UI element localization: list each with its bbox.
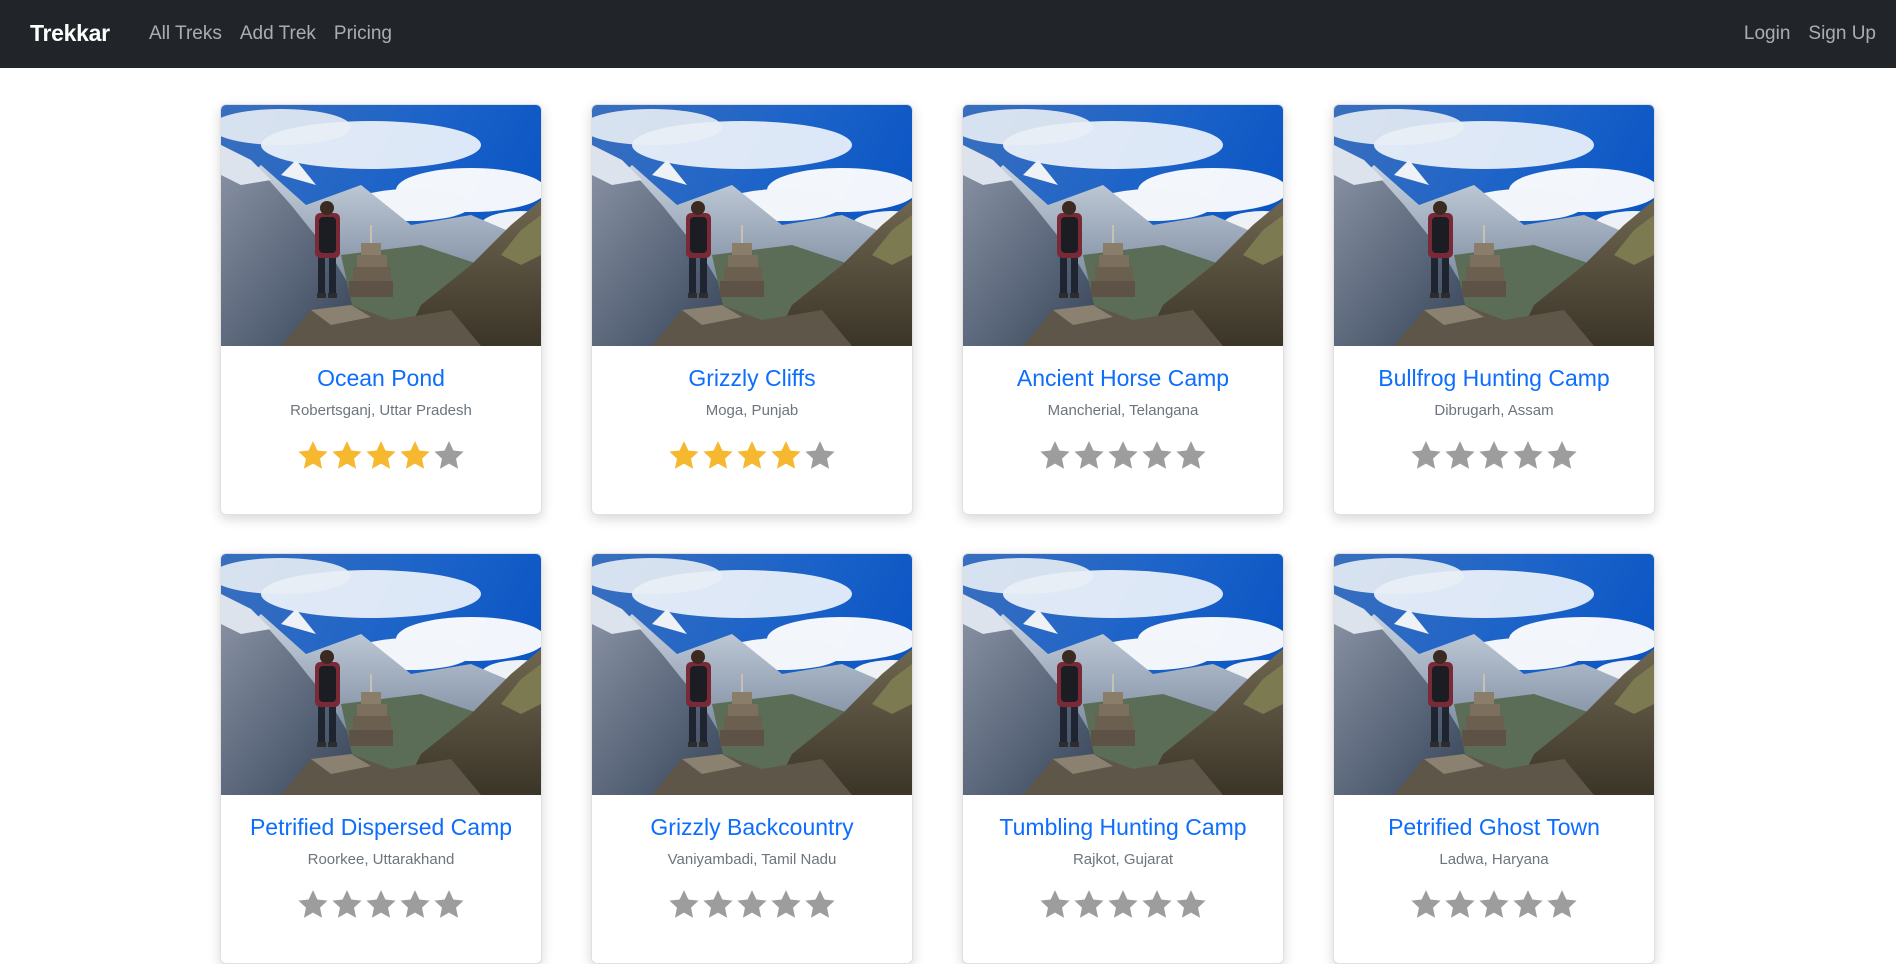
star-empty-icon	[805, 890, 835, 918]
star-empty-icon	[1040, 441, 1070, 469]
trek-card[interactable]: Grizzly Backcountry Vaniyambadi, Tamil N…	[591, 553, 913, 964]
trek-title[interactable]: Tumbling Hunting Camp	[963, 813, 1283, 841]
star-rating	[592, 439, 912, 473]
trek-grid: Ocean Pond Robertsganj, Uttar Pradesh Gr…	[220, 104, 1657, 964]
star-empty-icon	[1479, 890, 1509, 918]
star-rating	[1334, 439, 1654, 473]
trek-location: Mancherial, Telangana	[1047, 402, 1199, 419]
trek-location: Vaniyambadi, Tamil Nadu	[667, 851, 837, 868]
card-body: Grizzly Cliffs Moga, Punjab	[592, 364, 912, 473]
star-empty-icon	[669, 890, 699, 918]
login-link[interactable]: Login	[1735, 23, 1800, 45]
star-rating	[963, 888, 1283, 922]
star-empty-icon	[1176, 890, 1206, 918]
trek-title[interactable]: Ancient Horse Camp	[963, 364, 1283, 392]
star-empty-icon	[332, 890, 362, 918]
star-empty-icon	[1411, 890, 1441, 918]
trek-location: Dibrugarh, Assam	[1434, 402, 1554, 419]
trek-title[interactable]: Grizzly Backcountry	[592, 813, 912, 841]
star-rating	[221, 439, 541, 473]
star-empty-icon	[400, 890, 430, 918]
trek-photo	[963, 105, 1283, 346]
star-filled-icon	[332, 441, 362, 469]
trek-photo	[1334, 554, 1654, 795]
star-empty-icon	[1040, 890, 1070, 918]
auth-links: Login Sign Up	[1735, 0, 1876, 68]
card-body: Tumbling Hunting Camp Rajkot, Gujarat	[963, 813, 1283, 922]
trek-card[interactable]: Petrified Dispersed Camp Roorkee, Uttara…	[220, 553, 542, 964]
star-empty-icon	[1108, 441, 1138, 469]
star-empty-icon	[1142, 441, 1172, 469]
star-empty-icon	[434, 441, 464, 469]
trek-card[interactable]: Tumbling Hunting Camp Rajkot, Gujarat	[962, 553, 1284, 964]
nav-link-all-treks[interactable]: All Treks	[149, 23, 231, 45]
nav-links: All Treks Add Trek Pricing	[149, 0, 401, 68]
trek-card[interactable]: Petrified Ghost Town Ladwa, Haryana	[1333, 553, 1655, 964]
star-empty-icon	[1176, 441, 1206, 469]
trek-title[interactable]: Ocean Pond	[221, 364, 541, 392]
star-empty-icon	[1513, 890, 1543, 918]
trek-card[interactable]: Bullfrog Hunting Camp Dibrugarh, Assam	[1333, 104, 1655, 515]
brand-logo[interactable]: Trekkar	[30, 0, 110, 68]
star-empty-icon	[703, 890, 733, 918]
trek-location: Ladwa, Haryana	[1439, 851, 1549, 868]
star-empty-icon	[805, 441, 835, 469]
nav-link-pricing[interactable]: Pricing	[325, 23, 401, 45]
trek-photo	[592, 554, 912, 795]
star-empty-icon	[1479, 441, 1509, 469]
signup-link[interactable]: Sign Up	[1799, 23, 1876, 45]
star-filled-icon	[400, 441, 430, 469]
star-empty-icon	[771, 890, 801, 918]
nav-link-add-trek[interactable]: Add Trek	[231, 23, 325, 45]
star-filled-icon	[298, 441, 328, 469]
card-body: Bullfrog Hunting Camp Dibrugarh, Assam	[1334, 364, 1654, 473]
star-empty-icon	[1074, 441, 1104, 469]
trek-photo	[221, 554, 541, 795]
trek-location: Moga, Punjab	[705, 402, 799, 419]
trek-photo	[592, 105, 912, 346]
star-empty-icon	[1445, 441, 1475, 469]
star-empty-icon	[1142, 890, 1172, 918]
star-empty-icon	[1411, 441, 1441, 469]
trek-photo	[963, 554, 1283, 795]
star-empty-icon	[1547, 441, 1577, 469]
trek-photo	[1334, 105, 1654, 346]
star-rating	[963, 439, 1283, 473]
trek-title[interactable]: Petrified Dispersed Camp	[221, 813, 541, 841]
trek-card[interactable]: Ancient Horse Camp Mancherial, Telangana	[962, 104, 1284, 515]
trek-location: Roorkee, Uttarakhand	[307, 851, 455, 868]
navbar: Trekkar All Treks Add Trek Pricing Login…	[0, 0, 1896, 68]
star-filled-icon	[703, 441, 733, 469]
trek-card[interactable]: Ocean Pond Robertsganj, Uttar Pradesh	[220, 104, 542, 515]
star-empty-icon	[434, 890, 464, 918]
card-body: Grizzly Backcountry Vaniyambadi, Tamil N…	[592, 813, 912, 922]
star-rating	[1334, 888, 1654, 922]
trek-location: Robertsganj, Uttar Pradesh	[290, 402, 472, 419]
trek-location: Rajkot, Gujarat	[1072, 851, 1174, 868]
star-filled-icon	[669, 441, 699, 469]
trek-photo	[221, 105, 541, 346]
trek-card[interactable]: Grizzly Cliffs Moga, Punjab	[591, 104, 913, 515]
star-filled-icon	[366, 441, 396, 469]
card-body: Petrified Dispersed Camp Roorkee, Uttara…	[221, 813, 541, 922]
star-empty-icon	[298, 890, 328, 918]
star-rating	[592, 888, 912, 922]
star-rating	[221, 888, 541, 922]
star-empty-icon	[1547, 890, 1577, 918]
star-empty-icon	[737, 890, 767, 918]
card-body: Petrified Ghost Town Ladwa, Haryana	[1334, 813, 1654, 922]
star-empty-icon	[1074, 890, 1104, 918]
star-empty-icon	[366, 890, 396, 918]
star-empty-icon	[1445, 890, 1475, 918]
trek-title[interactable]: Petrified Ghost Town	[1334, 813, 1654, 841]
star-empty-icon	[1513, 441, 1543, 469]
star-filled-icon	[737, 441, 767, 469]
star-empty-icon	[1108, 890, 1138, 918]
trek-title[interactable]: Bullfrog Hunting Camp	[1334, 364, 1654, 392]
star-filled-icon	[771, 441, 801, 469]
card-body: Ancient Horse Camp Mancherial, Telangana	[963, 364, 1283, 473]
card-body: Ocean Pond Robertsganj, Uttar Pradesh	[221, 364, 541, 473]
trek-title[interactable]: Grizzly Cliffs	[592, 364, 912, 392]
